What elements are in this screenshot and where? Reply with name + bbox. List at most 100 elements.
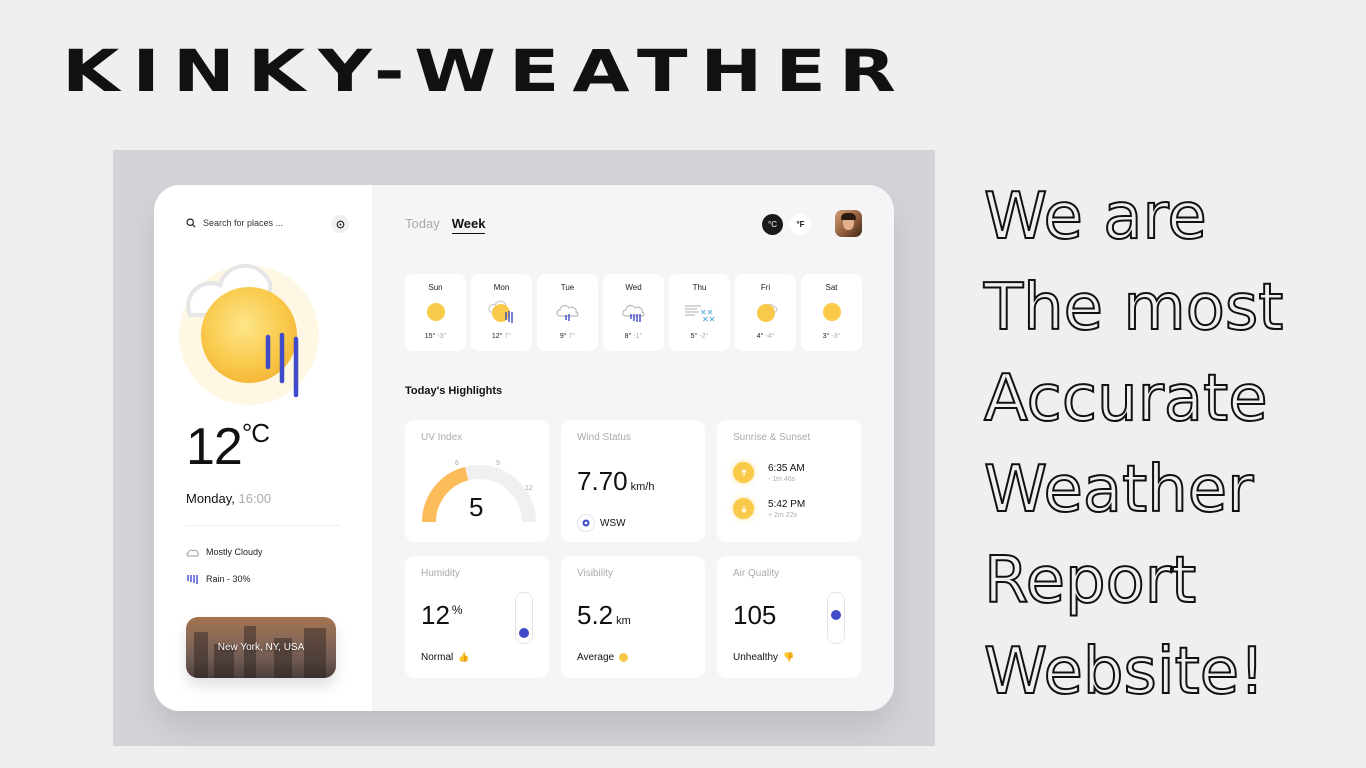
- sun-icon: [427, 303, 445, 321]
- forecast-high: 4°: [756, 333, 764, 340]
- search-placeholder: Search for places ...: [203, 218, 284, 228]
- forecast-day[interactable]: Tue 9° 7°: [537, 274, 598, 351]
- divider: [186, 525, 340, 526]
- forecast-low: -1°: [633, 333, 643, 340]
- card-label: Wind Status: [577, 432, 631, 443]
- wind-direction: WSW: [577, 514, 626, 532]
- forecast-temps: 8° -1°: [603, 333, 664, 340]
- visibility-value: 5.2 km: [577, 600, 631, 631]
- view-tabs: Today Week: [405, 216, 486, 234]
- current-temperature: 12°C: [186, 417, 270, 477]
- tab-today[interactable]: Today: [405, 216, 440, 234]
- cloud-rain-icon: [622, 304, 645, 322]
- slogan: We are The most Accurate Weather Report …: [983, 172, 1354, 718]
- wind-status-card: Wind Status 7.70 km/h WSW: [561, 420, 705, 542]
- condition-label: Mostly Cloudy: [206, 547, 263, 557]
- forecast-day-name: Sun: [428, 283, 443, 292]
- day-label: Monday,: [186, 491, 235, 506]
- slider-knob: [519, 627, 529, 638]
- building: [304, 628, 326, 678]
- forecast-temps: 3° -3°: [801, 333, 862, 340]
- forecast-temps: 5° -2°: [669, 333, 730, 340]
- svg-text:✕✕: ✕✕: [702, 315, 715, 324]
- forecast-day[interactable]: Wed 8° -1°: [603, 274, 664, 351]
- card-label: Sunrise & Sunset: [733, 432, 811, 443]
- cloud-icon: [186, 549, 199, 556]
- forecast-day-name: Tue: [560, 283, 575, 292]
- tab-week[interactable]: Week: [451, 216, 486, 234]
- target-icon: [336, 220, 344, 228]
- temperature-unit: °C: [241, 418, 270, 448]
- humidity-number: 12: [421, 600, 450, 630]
- current-day: Monday, 16:00: [186, 491, 271, 506]
- uv-scale-label: 12: [525, 485, 533, 492]
- uv-scale-label: 9: [496, 460, 500, 467]
- slogan-line: Weather: [983, 452, 1254, 528]
- forecast-day[interactable]: Sun 15° -3°: [405, 274, 466, 351]
- sunrise-sunset-card: Sunrise & Sunset 6:35 AM - 1m 46s 5:42 P…: [717, 420, 861, 542]
- air-quality-status: Unhealthy 👎: [733, 652, 794, 663]
- sunset-icon: [733, 498, 754, 519]
- sun-icon: [823, 303, 841, 321]
- rain-row: Rain - 30%: [186, 574, 251, 584]
- temperature-value: 12: [186, 418, 243, 476]
- visibility-status: Average: [577, 652, 629, 663]
- sunrise-delta: - 1m 46s: [768, 475, 796, 483]
- forecast-day-name: Wed: [625, 283, 642, 292]
- air-quality-value: 105: [733, 600, 777, 630]
- fahrenheit-toggle[interactable]: °F: [790, 214, 811, 235]
- forecast-low: -3°: [437, 333, 447, 340]
- slogan-line: Accurate: [983, 361, 1269, 437]
- forecast-temps: 12° 7°: [471, 333, 532, 340]
- slogan-line: The most: [983, 270, 1284, 346]
- wind-unit: km/h: [630, 481, 655, 493]
- uv-value: 5: [469, 492, 484, 522]
- location-button[interactable]: [331, 215, 349, 233]
- uv-index-card: UV Index 6 9 12 5: [405, 420, 549, 542]
- forecast-low: 7°: [504, 333, 512, 340]
- air-quality-status-label: Unhealthy: [733, 652, 779, 663]
- forecast-day-name: Mon: [493, 283, 510, 292]
- forecast-low: -4°: [765, 333, 775, 340]
- search-input[interactable]: Search for places ...: [186, 218, 283, 228]
- humidity-slider: [515, 592, 533, 644]
- forecast-day[interactable]: Sat 3° -3°: [801, 274, 862, 351]
- cloud-rain-icon: [556, 304, 579, 321]
- cloud-sun-icon: [757, 303, 778, 322]
- card-label: Air Quality: [733, 568, 780, 579]
- forecast-high: 3°: [822, 333, 830, 340]
- forecast-day[interactable]: Fri 4° -4°: [735, 274, 796, 351]
- forecast-high: 9°: [559, 333, 567, 340]
- humidity-status: Normal 👍: [421, 652, 469, 663]
- brand-title: KINKY-WEATHER: [62, 38, 909, 106]
- forecast-high: 12°: [491, 333, 503, 340]
- cloud-sun-rain-icon: [488, 300, 513, 323]
- city-card[interactable]: New York, NY, USA: [186, 617, 336, 678]
- forecast-low: -3°: [831, 333, 841, 340]
- forecast-temps: 4° -4°: [735, 333, 796, 340]
- visibility-unit: km: [616, 615, 631, 627]
- wind-direction-label: WSW: [600, 517, 626, 529]
- forecast-temps: 9° 7°: [537, 333, 598, 340]
- highlights-title: Today's Highlights: [405, 385, 503, 397]
- sunset-delta: + 2m 22s: [768, 511, 797, 519]
- avatar[interactable]: [835, 210, 862, 237]
- forecast-low: 7°: [568, 333, 576, 340]
- sunrise-row: 6:35 AM - 1m 46s: [733, 462, 805, 483]
- forecast-day[interactable]: Mon 12° 7°: [471, 274, 532, 351]
- card-label: UV Index: [421, 432, 463, 443]
- celsius-toggle[interactable]: °C: [762, 214, 783, 235]
- sunrise-time: 6:35 AM: [768, 462, 805, 474]
- search-icon: [186, 218, 196, 228]
- sunrise-icon: [733, 462, 754, 483]
- slider-knob: [831, 610, 841, 621]
- time-label: 16:00: [238, 491, 272, 506]
- uv-scale-label: 6: [455, 460, 459, 467]
- forecast-high: 8°: [624, 333, 632, 340]
- forecast-temps: 15° -3°: [405, 333, 466, 340]
- rain-label: Rain - 30%: [206, 574, 251, 584]
- sidebar: Search for places ... 12°C Monday, 16:00…: [154, 185, 372, 711]
- wind-value: 7.70 km/h: [577, 466, 654, 497]
- forecast-day[interactable]: Thu ✕✕ ✕✕ 5° -2°: [669, 274, 730, 351]
- slogan-line: Report: [983, 543, 1197, 619]
